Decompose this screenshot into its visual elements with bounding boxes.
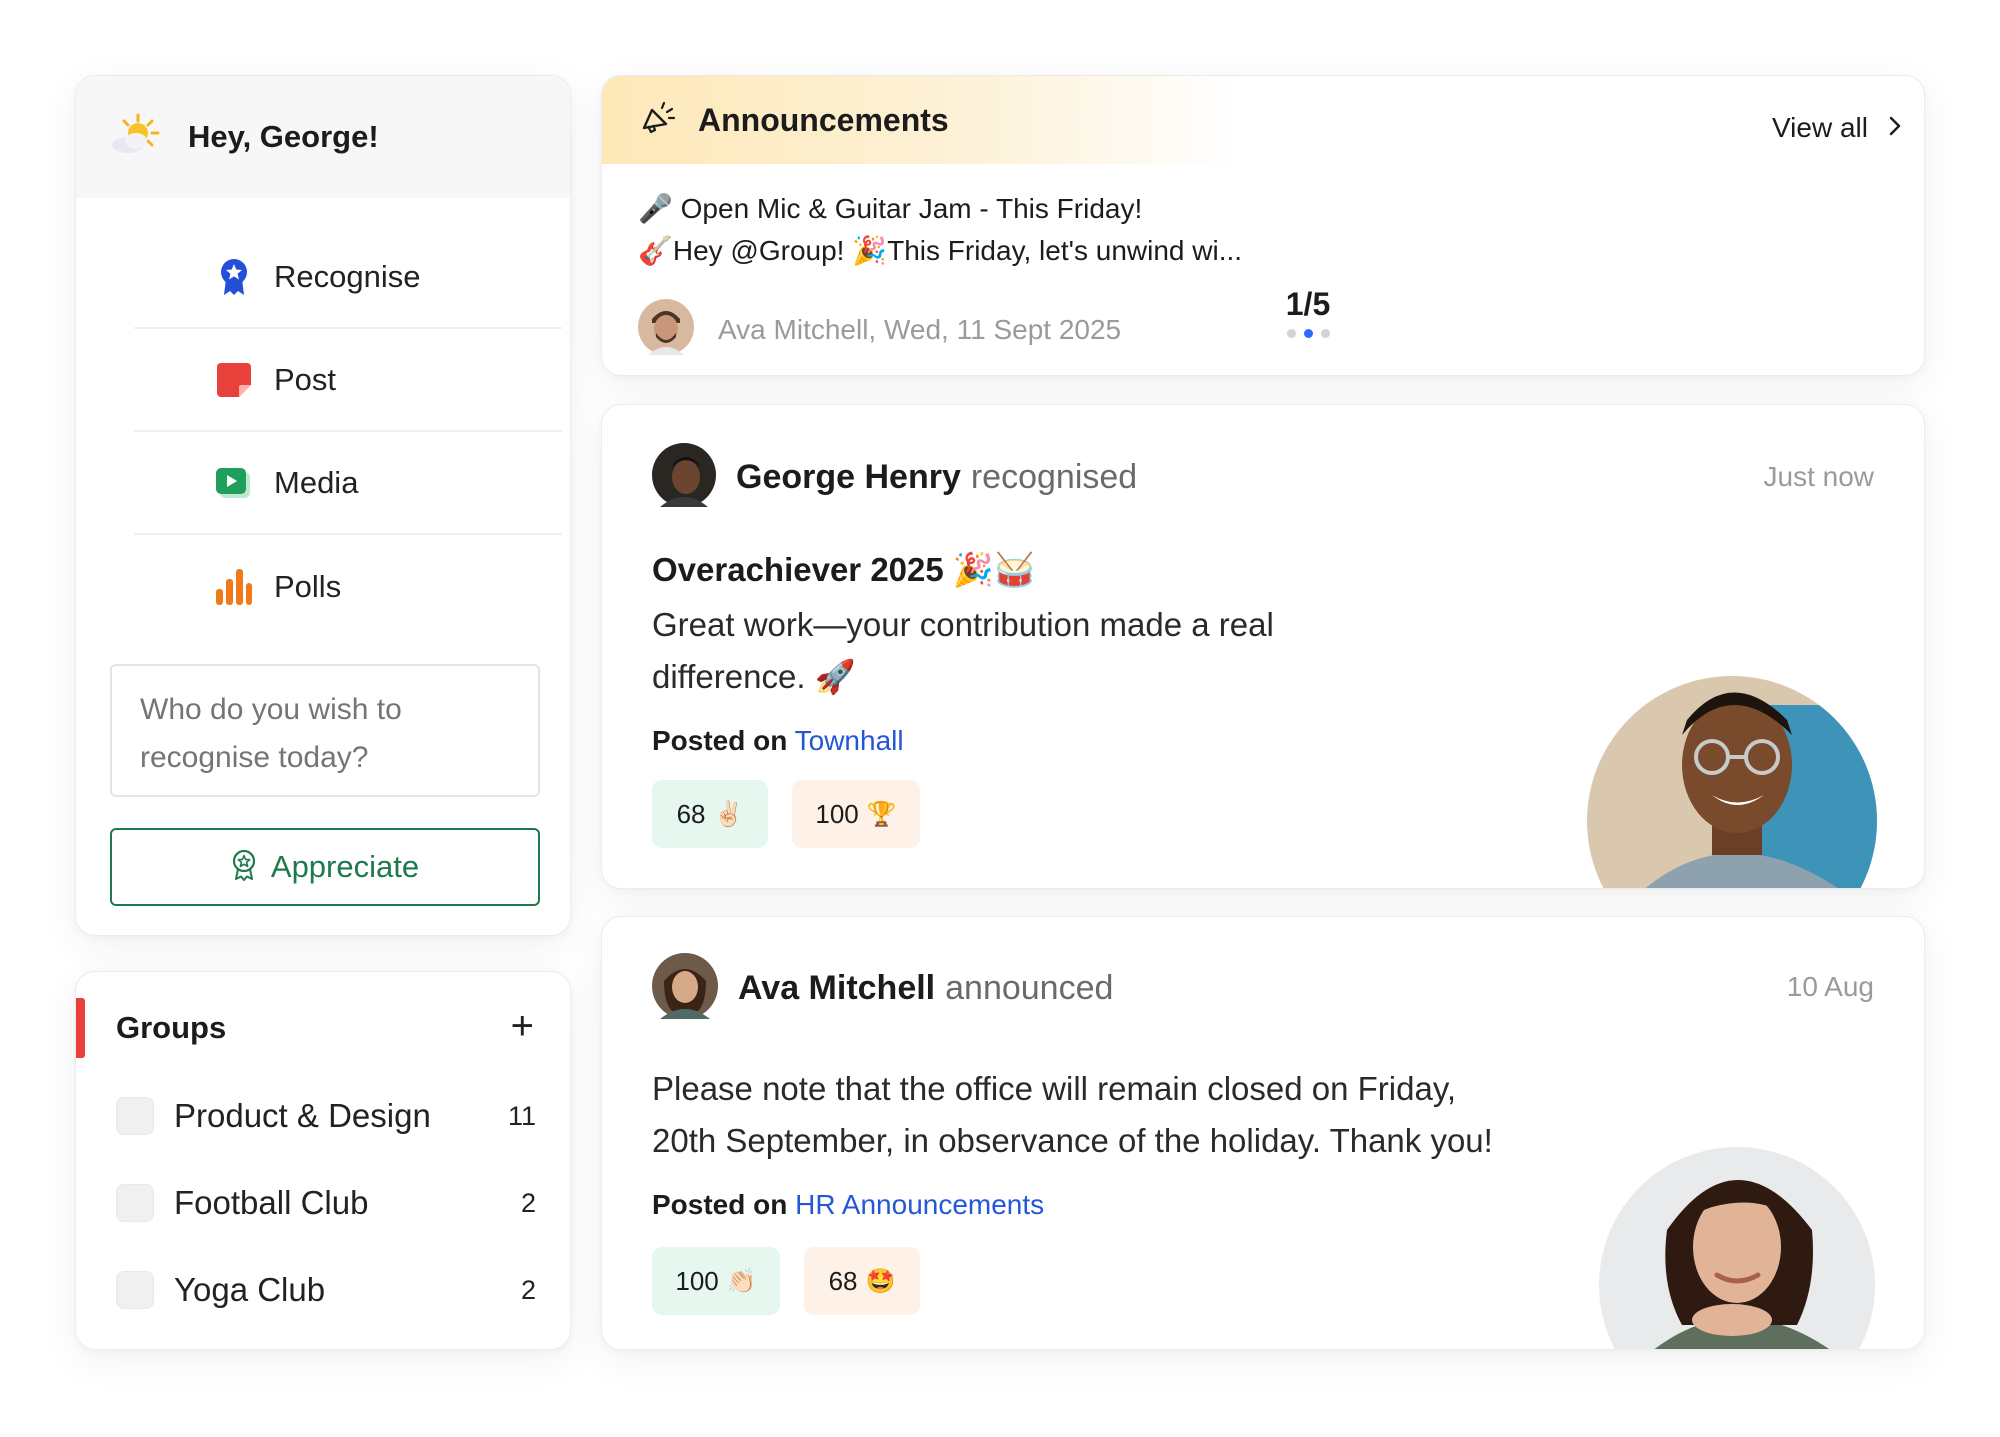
sun-cloud-icon xyxy=(108,113,166,162)
post-author-name[interactable]: Ava Mitchell xyxy=(738,969,935,1008)
post-header: George Henry recognised xyxy=(652,443,1137,512)
recipient-photo xyxy=(1582,665,1882,888)
author-avatar xyxy=(638,299,694,360)
reaction-count: 100 xyxy=(815,798,859,829)
greeting-header: Hey, George! xyxy=(76,76,570,198)
post-text-line: difference. 🚀 xyxy=(652,658,856,695)
announcement-meta: Ava Mitchell, Wed, 11 Sept 2025 xyxy=(638,299,1121,360)
reaction-chip[interactable]: 100 🏆 xyxy=(792,780,920,848)
chevron-right-icon xyxy=(1888,115,1902,142)
announcement-headline: 🎤 Open Mic & Guitar Jam - This Friday! xyxy=(638,193,1143,224)
post-text-line: Great work—your contribution made a real xyxy=(652,606,1274,643)
post-author-name[interactable]: George Henry xyxy=(736,458,961,497)
trophy-icon: 🏆 xyxy=(866,800,897,828)
group-name: Football Club xyxy=(174,1184,369,1221)
appreciate-button[interactable]: Appreciate xyxy=(110,828,540,906)
group-name: Yoga Club xyxy=(174,1271,326,1308)
announcements-title: Announcements xyxy=(698,101,949,138)
reaction-chip[interactable]: 68 ✌🏻 xyxy=(652,780,768,848)
group-item[interactable]: Product & Design 11 xyxy=(116,1086,536,1146)
add-group-button[interactable]: + xyxy=(511,1006,534,1046)
pager-dot[interactable] xyxy=(1320,329,1330,338)
post-text-line: Please note that the office will remain … xyxy=(652,1070,1457,1107)
reaction-chip[interactable]: 100 👏🏻 xyxy=(652,1247,780,1315)
post-text-line: 20th September, in observance of the hol… xyxy=(652,1122,1493,1159)
posted-on-label: Posted on xyxy=(652,725,788,756)
author-avatar[interactable] xyxy=(652,443,716,512)
recognise-input[interactable] xyxy=(110,664,540,797)
announcements-header: Announcements xyxy=(602,76,1242,164)
view-all-link[interactable]: View all xyxy=(1772,112,1902,144)
post-header: Ava Mitchell announced xyxy=(652,953,1113,1024)
announcement-author: Ava Mitchell, Wed, 11 Sept 2025 xyxy=(718,313,1122,345)
group-avatar xyxy=(116,1184,154,1222)
action-post-label: Post xyxy=(274,361,337,397)
action-recognise-label: Recognise xyxy=(274,258,421,294)
groups-header: Groups + xyxy=(76,998,570,1058)
pager-text: 1/5 xyxy=(1285,286,1331,322)
posted-on: Posted on HR Announcements xyxy=(652,1189,1044,1221)
pager-dot-active[interactable] xyxy=(1303,329,1313,338)
action-media-label: Media xyxy=(274,464,359,500)
feed-post: George Henry recognised Just now Overach… xyxy=(601,404,1925,889)
action-post[interactable]: Post xyxy=(134,329,562,432)
action-polls[interactable]: Polls xyxy=(134,535,562,638)
group-avatar xyxy=(116,1097,154,1135)
pager-dot[interactable] xyxy=(1286,329,1296,338)
group-item[interactable]: Yoga Club 2 xyxy=(116,1260,536,1320)
feed-post: Ava Mitchell announced 10 Aug Please not… xyxy=(601,916,1925,1350)
post-timestamp: Just now xyxy=(1763,461,1875,492)
reaction-count: 68 xyxy=(828,1265,858,1296)
award-outline-icon xyxy=(231,849,257,886)
sticky-note-icon xyxy=(216,362,252,398)
star-struck-icon: 🤩 xyxy=(865,1267,896,1295)
post-award-title: Overachiever 2025 🎉🥁 xyxy=(652,551,1036,588)
groups-title: Groups xyxy=(116,1010,227,1045)
view-all-label: View all xyxy=(1772,112,1868,143)
post-action-verb: announced xyxy=(945,969,1114,1007)
appreciate-label: Appreciate xyxy=(270,849,420,884)
action-media[interactable]: Media xyxy=(134,432,562,535)
posted-on: Posted on Townhall xyxy=(652,725,904,757)
clapping-hands-icon: 👏🏻 xyxy=(726,1267,757,1295)
quick-actions-card: Hey, George! Recognise Post Media Polls … xyxy=(75,75,571,936)
groups-card: Groups + Product & Design 11 Football Cl… xyxy=(75,971,571,1350)
greeting-text: Hey, George! xyxy=(188,119,379,154)
bar-chart-icon xyxy=(216,568,252,605)
group-count: 11 xyxy=(507,1100,536,1131)
group-count: 2 xyxy=(520,1187,536,1218)
posted-on-link[interactable]: HR Announcements xyxy=(795,1189,1044,1220)
posted-on-link[interactable]: Townhall xyxy=(795,725,904,756)
victory-hand-icon: ✌🏻 xyxy=(713,800,744,828)
groups-accent-bar xyxy=(76,998,85,1058)
announcement-preview: 🎤 Open Mic & Guitar Jam - This Friday! 🎸… xyxy=(638,188,1242,272)
pager-dots xyxy=(1278,329,1338,338)
reaction-count: 100 xyxy=(675,1265,719,1296)
award-badge-icon xyxy=(216,258,252,295)
action-polls-label: Polls xyxy=(274,568,342,604)
post-action-verb: recognised xyxy=(970,458,1138,496)
announcement-snippet: 🎸Hey @Group! 🎉This Friday, let's unwind … xyxy=(638,235,1243,266)
megaphone-icon xyxy=(640,100,676,141)
action-recognise[interactable]: Recognise xyxy=(134,226,562,329)
group-name: Product & Design xyxy=(174,1097,431,1134)
author-avatar[interactable] xyxy=(652,953,718,1024)
reaction-chip[interactable]: 68 🤩 xyxy=(804,1247,920,1315)
announcement-pager[interactable]: 1/5 xyxy=(1278,286,1338,338)
group-item[interactable]: Football Club 2 xyxy=(116,1173,536,1233)
author-photo xyxy=(1582,1135,1882,1349)
posted-on-label: Posted on xyxy=(652,1189,788,1220)
play-video-icon xyxy=(216,465,252,501)
post-timestamp: 10 Aug xyxy=(1786,971,1874,1002)
announcements-card[interactable]: Announcements View all 🎤 Open Mic & Guit… xyxy=(601,75,1925,376)
group-avatar xyxy=(116,1271,154,1309)
group-count: 2 xyxy=(520,1274,536,1305)
reaction-count: 68 xyxy=(676,798,706,829)
